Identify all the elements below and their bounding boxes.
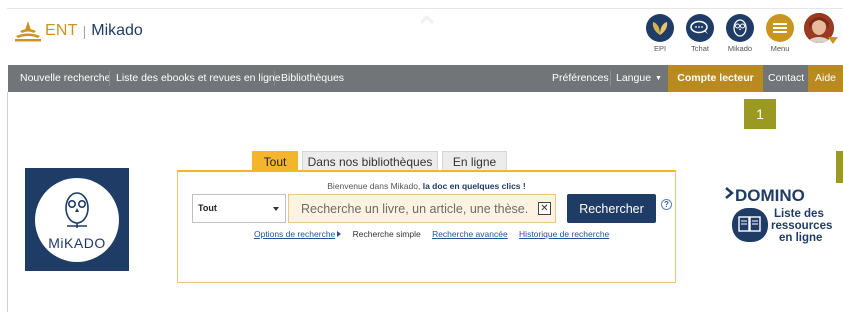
nav-nouvelle-recherche[interactable]: Nouvelle recherche bbox=[20, 65, 110, 92]
search-button[interactable]: Rechercher bbox=[567, 194, 656, 223]
nav-bibliotheques[interactable]: Bibliothèques bbox=[281, 65, 344, 92]
tchat-button[interactable]: Tchat bbox=[685, 14, 715, 53]
brand-separator: | bbox=[82, 23, 87, 39]
brand[interactable]: ENT | Mikado bbox=[14, 17, 143, 45]
ent-logo-icon bbox=[15, 21, 41, 42]
mikado-logo-text: MiKADO bbox=[48, 235, 105, 251]
nav-langue[interactable]: Langue ▼ bbox=[616, 65, 662, 92]
domino-arrow-icon bbox=[725, 187, 734, 199]
domino-line3: en ligne bbox=[779, 232, 822, 244]
domino-title: DOMINO bbox=[735, 186, 805, 205]
nav-separator bbox=[274, 71, 275, 86]
nav-preferences[interactable]: Préférences bbox=[552, 65, 609, 92]
mikado-owl-logo-icon: MiKADO bbox=[35, 178, 119, 262]
brand-mikado: Mikado bbox=[91, 22, 143, 39]
nav-aide[interactable]: Aide bbox=[808, 65, 843, 92]
domino-line1: Liste des bbox=[774, 208, 824, 220]
welcome-prefix: Bienvenue dans Mikado, bbox=[327, 181, 421, 191]
brand-ent: ENT bbox=[45, 22, 78, 39]
avatar-caret-icon[interactable] bbox=[828, 37, 838, 44]
search-box: ✕ bbox=[288, 194, 556, 223]
nav-compte-lecteur[interactable]: Compte lecteur bbox=[668, 65, 763, 92]
leaf-icon bbox=[646, 14, 674, 42]
nav-separator bbox=[109, 71, 110, 86]
domino-logo[interactable]: DOMINO Liste des ressources en ligne bbox=[724, 184, 832, 248]
help-icon[interactable]: ? bbox=[661, 199, 672, 210]
search-links: Options de recherche Recherche simple Re… bbox=[254, 229, 618, 239]
scope-select[interactable]: Tout bbox=[192, 194, 286, 223]
search-panel: Bienvenue dans Mikado, la doc en quelque… bbox=[177, 170, 676, 283]
mikado-label: Mikado bbox=[727, 44, 753, 53]
menu-icon bbox=[766, 14, 794, 42]
welcome-bold: la doc en quelques clics ! bbox=[422, 181, 526, 191]
recherche-simple[interactable]: Recherche simple bbox=[353, 229, 421, 239]
epi-button[interactable]: EPI bbox=[645, 14, 675, 53]
chevron-down-icon bbox=[273, 207, 279, 211]
nav-liste-ebooks[interactable]: Liste des ebooks et revues en ligne bbox=[116, 65, 281, 92]
tab-tout[interactable]: Tout bbox=[252, 151, 298, 171]
side-tab[interactable] bbox=[836, 151, 843, 183]
main-nav: Nouvelle recherche Liste des ebooks et r… bbox=[8, 65, 843, 92]
options-recherche-link[interactable]: Options de recherche bbox=[254, 229, 335, 239]
caret-down-icon: ▼ bbox=[655, 75, 662, 82]
search-input[interactable] bbox=[289, 195, 529, 222]
tab-bibliotheques[interactable]: Dans nos bibliothèques bbox=[302, 151, 438, 171]
tour-step-badge[interactable]: 1 bbox=[744, 99, 776, 129]
domino-line2: ressources bbox=[771, 220, 832, 232]
nav-langue-label: Langue bbox=[616, 72, 652, 84]
menu-button[interactable]: Menu bbox=[765, 14, 795, 53]
chat-icon bbox=[686, 14, 714, 42]
historique-link[interactable]: Historique de recherche bbox=[519, 229, 609, 239]
tchat-label: Tchat bbox=[691, 44, 709, 53]
window-left-border bbox=[7, 92, 8, 312]
epi-label: EPI bbox=[653, 44, 667, 53]
recherche-avancee-link[interactable]: Recherche avancée bbox=[432, 229, 508, 239]
clear-icon[interactable]: ✕ bbox=[538, 202, 551, 215]
header: ENT | Mikado EPI Tchat Mikado Menu bbox=[8, 9, 843, 65]
scope-select-value: Tout bbox=[198, 203, 217, 213]
menu-label: Menu bbox=[770, 44, 790, 53]
owl-icon bbox=[726, 14, 754, 42]
tab-en-ligne[interactable]: En ligne bbox=[442, 151, 507, 171]
nav-contact[interactable]: Contact bbox=[768, 65, 804, 92]
mikado-logo: MiKADO bbox=[25, 168, 129, 271]
triangle-right-icon bbox=[337, 231, 342, 237]
scroll-up-chevron-icon[interactable] bbox=[419, 15, 435, 25]
welcome-text: Bienvenue dans Mikado, la doc en quelque… bbox=[178, 181, 675, 191]
nav-separator bbox=[610, 71, 611, 86]
mikado-button[interactable]: Mikado bbox=[725, 14, 755, 53]
